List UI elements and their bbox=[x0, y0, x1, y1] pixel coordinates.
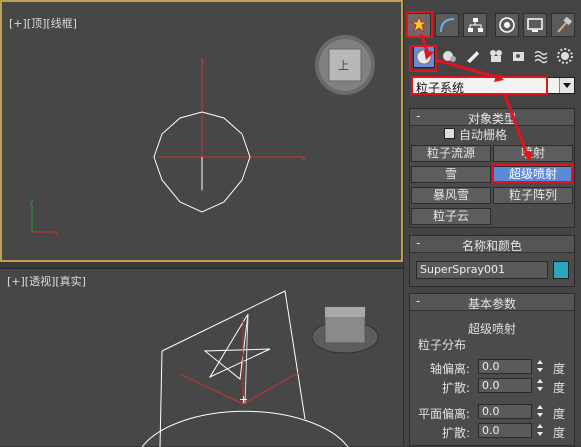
plane-spread-label: 扩散: bbox=[442, 426, 471, 440]
cameras-icon bbox=[490, 50, 502, 62]
svg-text:x: x bbox=[301, 154, 307, 164]
motion-tab[interactable] bbox=[495, 13, 519, 37]
particle-distribution-group-label: 粒子分布 bbox=[418, 338, 467, 352]
top-viewport[interactable]: [+][顶][线框] y x y x 上 bbox=[0, 0, 403, 262]
name-color-title: 名称和颜色 bbox=[461, 239, 522, 253]
plane-offset-field[interactable]: 0.0 bbox=[478, 404, 532, 419]
svg-text:y: y bbox=[200, 57, 206, 67]
snow-button[interactable]: 雪 bbox=[411, 166, 491, 183]
axis-offset-unit: 度 bbox=[553, 362, 566, 376]
autogrid-checkbox[interactable] bbox=[444, 128, 455, 139]
axis-spread-label: 扩散: bbox=[442, 381, 471, 395]
plane-offset-label: 平面偏离: bbox=[418, 407, 471, 421]
shapes-icon bbox=[443, 51, 456, 62]
basic-params-title: 基本参数 bbox=[467, 297, 516, 311]
perspective-viewport-scene: + bbox=[141, 290, 379, 447]
systems-gear-icon bbox=[557, 48, 573, 64]
hierarchy-icon bbox=[468, 18, 483, 32]
parray-button[interactable]: 粒子阵列 bbox=[493, 187, 573, 204]
object-color-swatch[interactable] bbox=[553, 261, 569, 279]
highlight-create-tab bbox=[406, 11, 433, 38]
highlight-dropdown bbox=[411, 76, 548, 95]
object-type-title: 对象类型 bbox=[467, 112, 516, 126]
modify-tab[interactable] bbox=[435, 13, 459, 37]
name-color-rollout: - 名称和颜色 SuperSpray001 bbox=[409, 235, 575, 287]
basic-params-header[interactable]: - 基本参数 bbox=[410, 294, 574, 311]
pflow-source-button[interactable]: 粒子流源 bbox=[411, 145, 491, 162]
display-monitor-icon bbox=[527, 18, 543, 32]
highlight-geometry-subtab bbox=[409, 45, 437, 72]
object-name-field[interactable]: SuperSpray001 bbox=[416, 261, 548, 279]
utilities-hammer-icon bbox=[557, 16, 572, 33]
lights-icon bbox=[467, 51, 479, 63]
motion-icon bbox=[499, 17, 515, 33]
basic-params-rollout: - 基本参数 超级喷射 粒子分布 轴偏离: 0.0 度 扩散: 0.0 度 平面… bbox=[409, 293, 575, 446]
perspective-viewcube[interactable] bbox=[311, 306, 379, 354]
axis-spread-spinner[interactable] bbox=[535, 378, 545, 393]
object-type-header[interactable]: - 对象类型 bbox=[410, 109, 574, 126]
helpers-subtab[interactable] bbox=[509, 46, 531, 68]
plane-spread-spinner[interactable] bbox=[535, 423, 545, 438]
axis-spread-field[interactable]: 0.0 bbox=[478, 378, 532, 393]
systems-subtab[interactable] bbox=[555, 46, 577, 68]
plane-spread-unit: 度 bbox=[553, 426, 566, 440]
display-tab[interactable] bbox=[523, 13, 547, 37]
axis-spread-unit: 度 bbox=[553, 381, 566, 395]
axis-offset-field[interactable]: 0.0 bbox=[478, 359, 532, 374]
svg-text:+: + bbox=[239, 393, 248, 406]
cameras-subtab[interactable] bbox=[486, 46, 508, 68]
spacewarps-waves-icon bbox=[534, 50, 548, 64]
blizzard-button[interactable]: 暴风雪 bbox=[411, 187, 491, 204]
name-color-header[interactable]: - 名称和颜色 bbox=[410, 236, 574, 253]
highlight-superspray bbox=[492, 164, 573, 183]
plane-offset-spinner[interactable] bbox=[535, 404, 545, 419]
lights-subtab[interactable] bbox=[463, 46, 485, 68]
modify-arc-icon bbox=[440, 18, 455, 33]
autogrid-label: 自动栅格 bbox=[459, 128, 508, 142]
perspective-viewport[interactable]: [+][透视][真实] + bbox=[0, 268, 403, 447]
basic-params-subtitle: 超级喷射 bbox=[467, 322, 516, 336]
svg-text:y: y bbox=[29, 197, 34, 206]
shapes-subtab[interactable] bbox=[439, 46, 461, 68]
helpers-icon bbox=[513, 52, 524, 61]
axis-offset-label: 轴偏离: bbox=[430, 362, 471, 376]
axis-offset-spinner[interactable] bbox=[535, 359, 545, 374]
plane-spread-field[interactable]: 0.0 bbox=[478, 423, 532, 438]
spray-button[interactable]: 喷射 bbox=[493, 145, 573, 162]
chevron-down-icon[interactable] bbox=[559, 78, 574, 93]
plane-offset-unit: 度 bbox=[553, 407, 566, 421]
top-viewport-scene: y x y x bbox=[29, 35, 375, 237]
svg-text:x: x bbox=[54, 228, 59, 237]
spacewarps-subtab[interactable] bbox=[532, 46, 554, 68]
utilities-tab[interactable] bbox=[551, 13, 575, 37]
hierarchy-tab[interactable] bbox=[463, 13, 487, 37]
viewcube-face-label: 上 bbox=[338, 59, 349, 72]
pcloud-button[interactable]: 粒子云 bbox=[411, 208, 491, 225]
